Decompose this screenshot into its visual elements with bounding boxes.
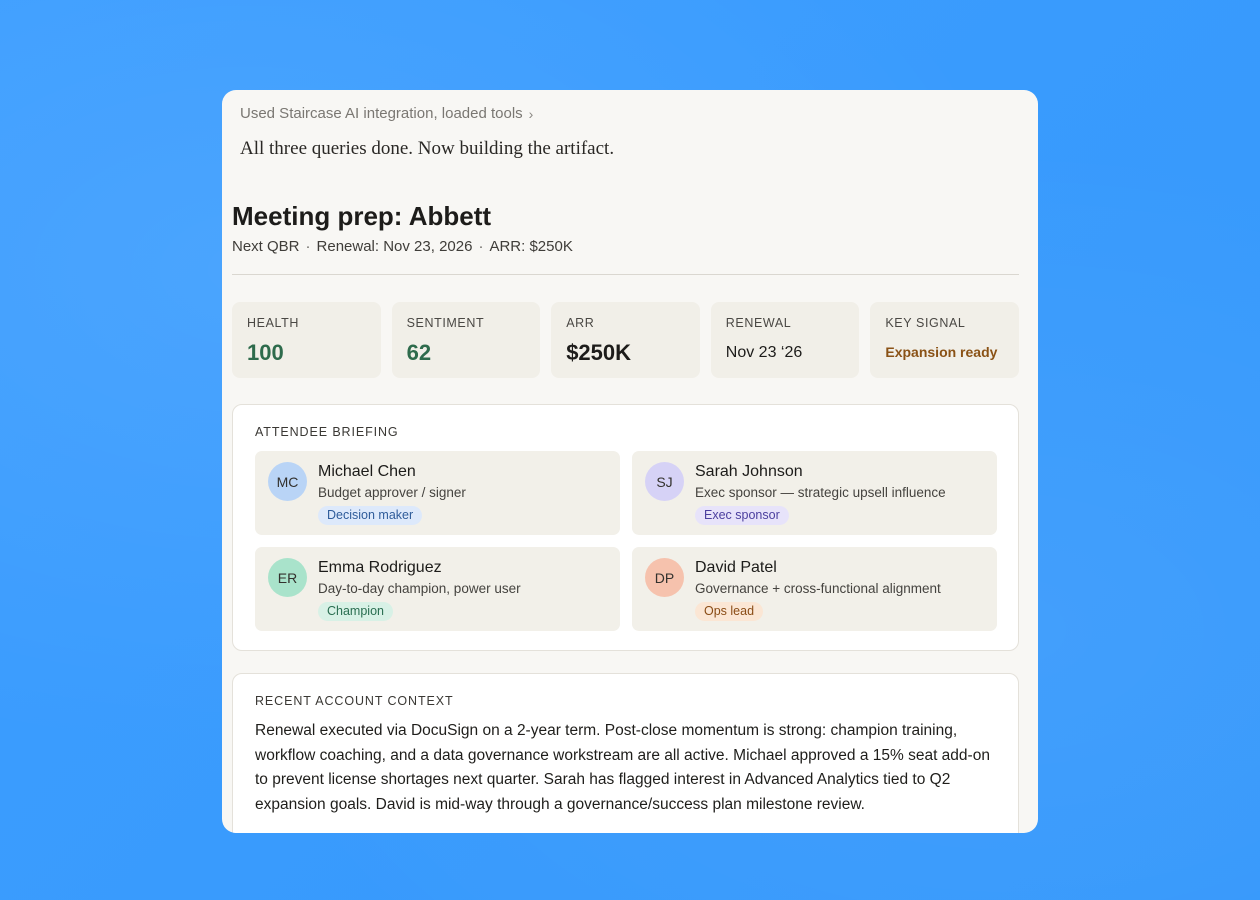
stat-label: SENTIMENT [406, 316, 485, 330]
attendee-role: Budget approver / signer [318, 485, 466, 500]
stat-card-renewal: RENEWAL Nov 23 ‘26 [710, 302, 860, 378]
account-context-card: RECENT ACCOUNT CONTEXT Renewal executed … [232, 673, 1019, 833]
meta-separator: · [305, 238, 311, 255]
page-title: Meeting prep: Abbett [232, 201, 492, 231]
chat-panel: Used Staircase AI integration, loaded to… [222, 90, 1038, 833]
attendee-grid: MC Michael Chen Budget approver / signer… [255, 451, 997, 631]
meta-arr: ARR: $250K [489, 238, 573, 255]
stat-label: ARR [566, 316, 595, 330]
section-title: RECENT ACCOUNT CONTEXT [255, 694, 454, 708]
stat-value: 62 [406, 340, 432, 365]
attendee-tag: Ops lead [695, 602, 764, 621]
tool-usage-toggle[interactable]: Used Staircase AI integration, loaded to… [240, 105, 533, 122]
attendee-card: MC Michael Chen Budget approver / signer… [255, 451, 620, 535]
attendee-tag: Decision maker [318, 506, 423, 525]
stat-cards: HEALTH 100 SENTIMENT 62 ARR $250K RENEWA… [232, 302, 1019, 378]
attendee-tag: Exec sponsor [695, 506, 789, 525]
stat-card-arr: ARR $250K [551, 302, 700, 378]
section-title: ATTENDEE BRIEFING [255, 425, 399, 439]
avatar: ER [268, 558, 307, 597]
stat-value: Expansion ready [885, 344, 998, 360]
attendee-tag: Champion [318, 602, 393, 621]
stat-label: HEALTH [247, 316, 299, 330]
divider [232, 274, 1019, 275]
tool-usage-label: Used Staircase AI integration, loaded to… [240, 105, 523, 122]
meta-separator: · [478, 238, 484, 255]
stat-value: 100 [247, 340, 284, 365]
stat-label: KEY SIGNAL [885, 316, 966, 330]
attendee-name: Sarah Johnson [695, 463, 803, 480]
stat-value: Nov 23 ‘26 [725, 344, 803, 361]
meeting-meta: Next QBR · Renewal: Nov 23, 2026 · ARR: … [232, 238, 573, 255]
stat-label: RENEWAL [725, 316, 792, 330]
stat-card-health: HEALTH 100 [232, 302, 381, 378]
attendee-role: Governance + cross-functional alignment [695, 581, 941, 596]
stat-card-sentiment: SENTIMENT 62 [391, 302, 541, 378]
assistant-message: All three queries done. Now building the… [240, 138, 615, 159]
attendee-name: Emma Rodriguez [318, 559, 442, 576]
attendee-card: DP David Patel Governance + cross-functi… [632, 547, 997, 631]
meta-meeting-type: Next QBR [232, 238, 300, 255]
attendee-card: SJ Sarah Johnson Exec sponsor — strategi… [632, 451, 997, 535]
attendee-card: ER Emma Rodriguez Day-to-day champion, p… [255, 547, 620, 631]
stat-card-key-signal: KEY SIGNAL Expansion ready [870, 302, 1019, 378]
context-paragraph: Renewal executed via DocuSign on a 2-yea… [255, 722, 990, 813]
attendee-role: Day-to-day champion, power user [318, 581, 521, 596]
chevron-right-icon: › [528, 105, 534, 122]
stat-value: $250K [566, 340, 632, 365]
avatar: MC [268, 462, 307, 501]
avatar: DP [645, 558, 684, 597]
attendee-role: Exec sponsor — strategic upsell influenc… [695, 485, 946, 500]
attendee-briefing-card: ATTENDEE BRIEFING MC Michael Chen Budget… [232, 404, 1019, 651]
attendee-name: David Patel [695, 559, 777, 576]
attendee-name: Michael Chen [318, 463, 416, 480]
avatar: SJ [645, 462, 684, 501]
meta-renewal: Renewal: Nov 23, 2026 [316, 238, 473, 255]
